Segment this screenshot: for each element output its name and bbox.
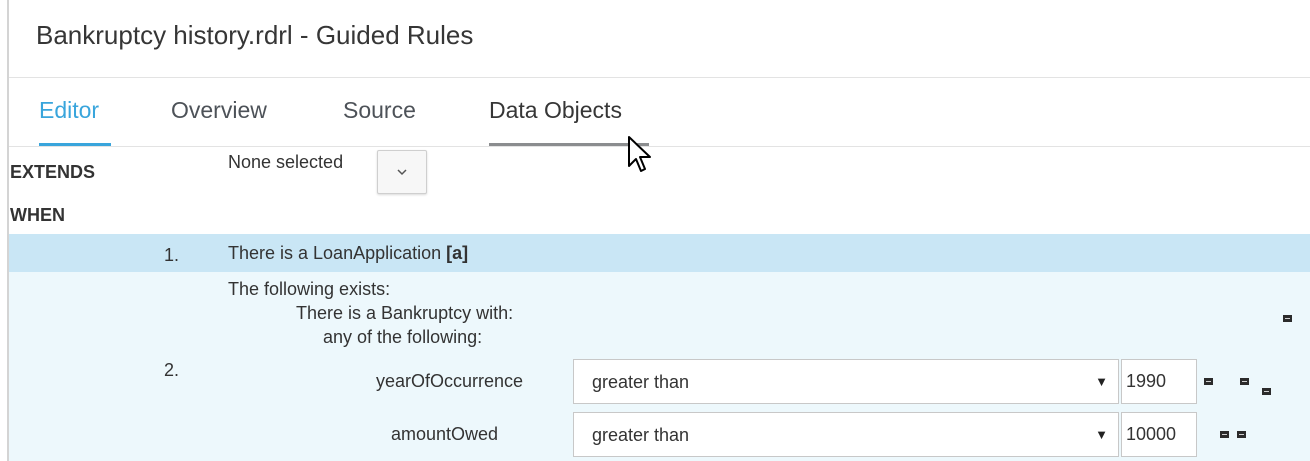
condition-number: 2. [164, 360, 180, 380]
remove-pattern-icon[interactable] [1283, 315, 1292, 322]
operator-select[interactable]: greater than ▼ [573, 359, 1119, 404]
dropdown-arrow-icon: ▼ [1095, 374, 1108, 389]
mouse-pointer-icon [628, 136, 651, 172]
tab-editor[interactable]: Editor [39, 97, 99, 124]
group-label[interactable]: any of the following: [323, 327, 482, 348]
tabs-divider [9, 146, 1310, 147]
constraint-value-input[interactable] [1121, 359, 1197, 404]
remove-group-icon[interactable] [1240, 378, 1249, 385]
header-divider [9, 77, 1310, 78]
constraint-field-label: yearOfOccurrence [376, 371, 524, 391]
page-title: Bankruptcy history.rdrl - Guided Rules [36, 20, 474, 50]
exists-label[interactable]: The following exists: [228, 279, 390, 300]
when-keyword: WHEN [10, 205, 65, 225]
dropdown-arrow-icon: ▼ [1095, 427, 1108, 442]
pattern-label: There is a LoanApplication [228, 243, 442, 263]
tab-overview[interactable]: Overview [171, 97, 267, 124]
extends-keyword: EXTENDS [10, 162, 96, 182]
tab-source[interactable]: Source [343, 97, 416, 124]
operator-value: greater than [592, 372, 690, 392]
chevron-down-icon [396, 165, 408, 181]
remove-condition-icon[interactable] [1262, 388, 1271, 395]
tab-data-objects[interactable]: Data Objects [489, 97, 622, 124]
operator-select[interactable]: greater than ▼ [573, 412, 1119, 457]
constraint-field-label: amountOwed [391, 424, 499, 444]
remove-constraint-icon[interactable] [1204, 378, 1213, 385]
extends-dropdown-button[interactable] [377, 150, 427, 194]
extends-selected-value: None selected [228, 152, 344, 172]
condition-text[interactable]: There is a LoanApplication [a] [228, 243, 468, 264]
operator-value: greater than [592, 425, 690, 445]
remove-group-icon[interactable] [1237, 431, 1246, 438]
pattern-label[interactable]: There is a Bankruptcy with: [296, 303, 513, 324]
remove-constraint-icon[interactable] [1220, 431, 1229, 438]
constraint-value-input[interactable] [1121, 412, 1197, 457]
condition-number: 1. [164, 245, 180, 265]
pattern-binding: [a] [446, 243, 469, 263]
condition-row-1[interactable] [9, 234, 1310, 272]
